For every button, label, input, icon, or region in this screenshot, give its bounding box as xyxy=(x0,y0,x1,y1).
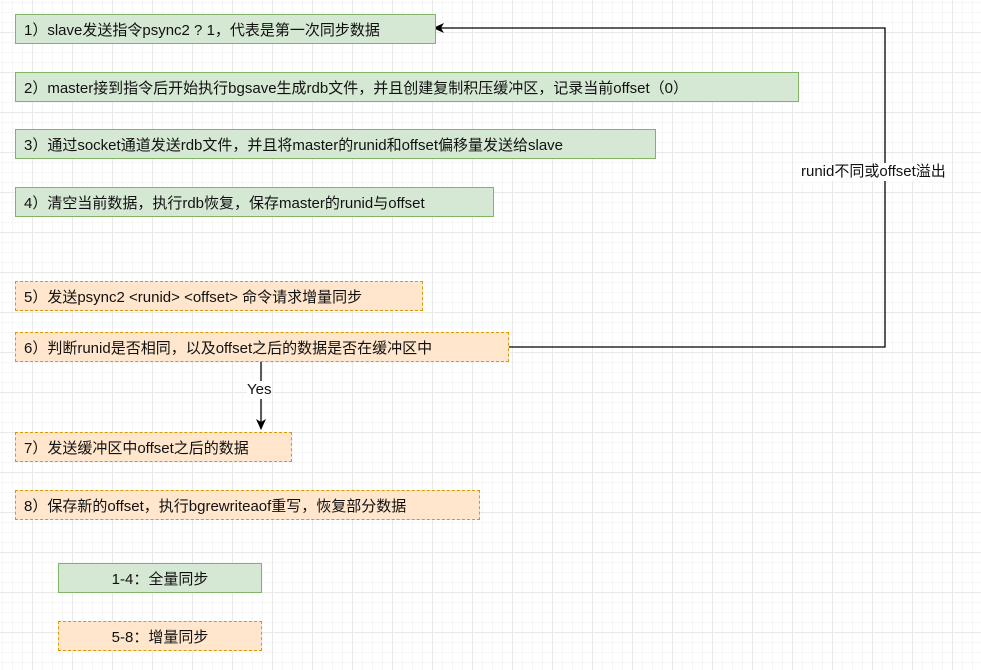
step-6-check-runid-offset: 6）判断runid是否相同，以及offset之后的数据是否在缓冲区中 xyxy=(15,332,509,362)
step-8-save-offset-rewrite: 8）保存新的offset，执行bgrewriteaof重写，恢复部分数据 xyxy=(15,490,480,520)
step-1-psync-first-sync: 1）slave发送指令psync2 ? 1，代表是第一次同步数据 xyxy=(15,14,436,44)
legend-full-sync: 1-4：全量同步 xyxy=(58,563,262,593)
step-5-request-incremental: 5）发送psync2 <runid> <offset> 命令请求增量同步 xyxy=(15,281,423,311)
step-7-send-buffer-data: 7）发送缓冲区中offset之后的数据 xyxy=(15,432,292,462)
yes-label: Yes xyxy=(247,381,272,399)
step-2-bgsave-create-buffer: 2）master接到指令后开始执行bgsave生成rdb文件，并且创建复制积压缓… xyxy=(15,72,799,102)
legend-incremental-sync: 5-8：增量同步 xyxy=(58,621,262,651)
fallback-label: runid不同或offset溢出 xyxy=(801,163,946,181)
step-4-restore-rdb: 4）清空当前数据，执行rdb恢复，保存master的runid与offset xyxy=(15,187,494,217)
step-3-send-rdb: 3）通过socket通道发送rdb文件，并且将master的runid和offs… xyxy=(15,129,656,159)
